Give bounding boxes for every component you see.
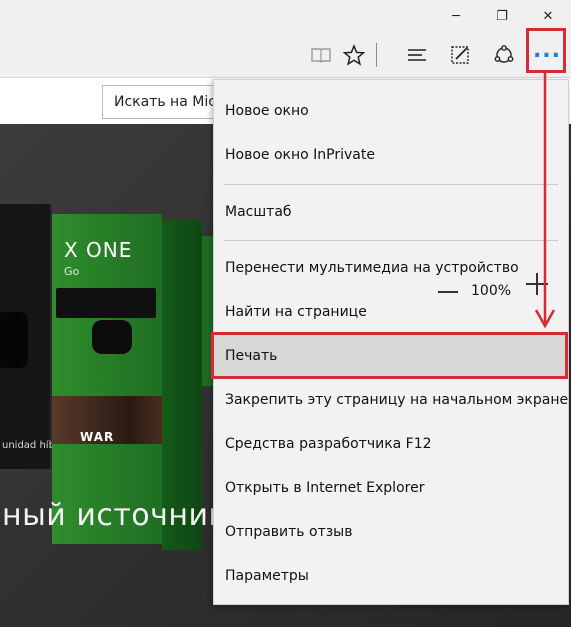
minimize-button[interactable]: ─ [433, 0, 479, 32]
menu-item-new-inprivate-window[interactable]: Новое окно InPrivate [214, 133, 568, 177]
minimize-icon: ─ [452, 8, 460, 24]
menu-item-label: Средства разработчика F12 [225, 436, 432, 452]
controller-image [0, 312, 28, 368]
menu-item-label: Новое окно InPrivate [225, 147, 375, 163]
menu-item-label: Новое окно [225, 103, 309, 119]
title-bar: ─ ❐ ✕ [0, 0, 571, 32]
gamepad-image [92, 320, 132, 354]
close-icon: ✕ [542, 8, 554, 24]
browser-toolbar: ... [0, 32, 571, 78]
console-image [56, 288, 156, 318]
menu-item-label: Масштаб [225, 204, 292, 220]
menu-item-cast-media[interactable]: Перенести мультимедиа на устройство [214, 246, 568, 290]
menu-divider [224, 184, 558, 185]
hub-button[interactable] [398, 36, 436, 74]
toolbar-separator [376, 43, 377, 67]
xbox-sub-text: Go [64, 265, 80, 278]
web-note-icon [451, 46, 469, 64]
web-note-button[interactable] [441, 36, 479, 74]
menu-item-pin-to-start[interactable]: Закрепить эту страницу на начальном экра… [214, 378, 568, 422]
xbox-brand-text: X ONE [64, 238, 133, 262]
favorite-star-icon [343, 44, 365, 66]
menu-item-send-feedback[interactable]: Отправить отзыв [214, 510, 568, 554]
favorite-button[interactable] [335, 36, 373, 74]
menu-item-label: Отправить отзыв [225, 524, 353, 540]
console-box-green [52, 214, 162, 544]
share-icon [494, 45, 514, 63]
reading-view-icon [311, 48, 331, 63]
hub-icon [408, 49, 426, 61]
menu-item-developer-tools[interactable]: Средства разработчика F12 [214, 422, 568, 466]
menu-item-settings[interactable]: Параметры [214, 554, 568, 598]
game-title: WAR [80, 430, 115, 444]
more-button-highlight [526, 28, 566, 73]
menu-divider [224, 240, 558, 241]
menu-item-label: Перенести мультимедиа на устройство [225, 260, 519, 276]
print-item-highlight [211, 332, 568, 379]
menu-item-open-in-ie[interactable]: Открыть в Internet Explorer [214, 466, 568, 510]
menu-item-new-window[interactable]: Новое окно [214, 89, 568, 133]
menu-item-label: Открыть в Internet Explorer [225, 480, 425, 496]
menu-item-find-on-page[interactable]: Найти на странице [214, 290, 568, 334]
maximize-icon: ❐ [496, 8, 508, 24]
menu-item-label: Параметры [225, 568, 309, 584]
menu-item-label: Закрепить эту страницу на начальном экра… [225, 392, 569, 408]
maximize-button[interactable]: ❐ [479, 0, 525, 32]
share-button[interactable] [485, 36, 523, 74]
menu-item-label: Найти на странице [225, 304, 367, 320]
menu-item-zoom: Масштаб [214, 190, 568, 234]
